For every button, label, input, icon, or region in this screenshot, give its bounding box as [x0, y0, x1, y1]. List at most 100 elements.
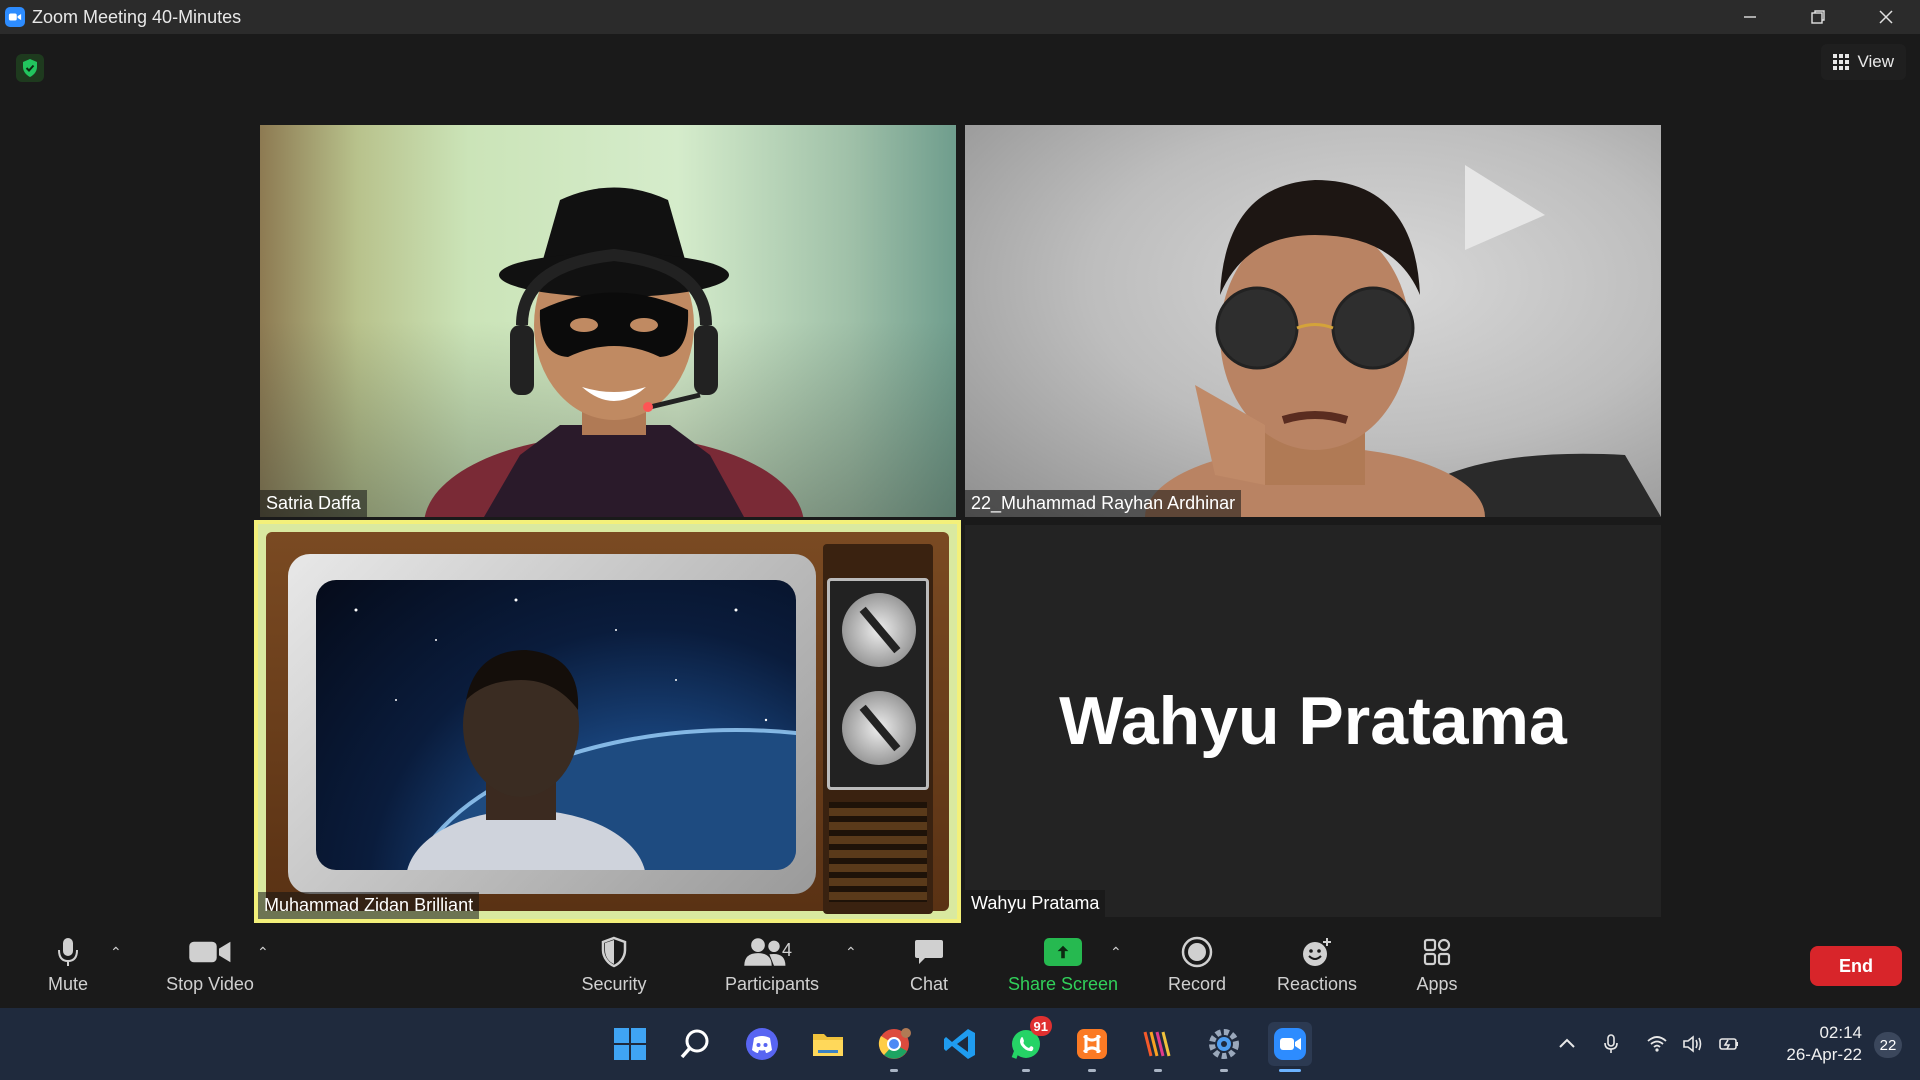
close-icon — [1879, 10, 1893, 24]
window-title: Zoom Meeting 40-Minutes — [32, 6, 242, 27]
folder-icon — [813, 1034, 843, 1056]
participant-video-image — [316, 580, 796, 870]
minimize-icon — [1744, 16, 1756, 18]
search-icon — [680, 1029, 709, 1059]
audio-options-chevron-up-icon[interactable]: ⌃ — [110, 944, 126, 960]
grid-view-icon — [1833, 54, 1850, 70]
whatsapp-unread-badge: 91 — [1029, 1016, 1052, 1036]
file-explorer-taskbar-button[interactable] — [806, 1022, 850, 1066]
tv-filter-frame — [266, 532, 949, 914]
volume-tray-button[interactable] — [1682, 1008, 1704, 1080]
participants-icon — [744, 938, 786, 966]
show-hidden-icons-button[interactable] — [1556, 1008, 1578, 1080]
restore-button[interactable] — [1784, 0, 1852, 34]
end-meeting-button[interactable]: End — [1810, 946, 1902, 986]
reactions-button[interactable]: Reactions — [1272, 934, 1362, 1004]
window-controls — [1716, 0, 1920, 34]
zoom-app-icon — [5, 7, 25, 27]
search-button[interactable] — [674, 1022, 718, 1066]
security-label: Security — [581, 974, 647, 994]
tv-control-panel — [823, 544, 933, 914]
encryption-shield-icon[interactable] — [16, 54, 44, 82]
wifi-tray-button[interactable] — [1646, 1008, 1668, 1080]
view-button[interactable]: View — [1821, 44, 1906, 80]
stop-video-button[interactable]: Stop Video — [160, 934, 260, 1004]
gear-icon — [1209, 1029, 1239, 1059]
restore-icon — [1811, 10, 1825, 24]
record-icon — [1181, 936, 1213, 968]
apps-button[interactable]: Apps — [1410, 934, 1464, 1004]
participants-label: Participants — [724, 974, 820, 994]
participants-count: 4 — [782, 940, 793, 960]
video-tile-wahyu-pratama[interactable]: Wahyu Pratama Wahyu Pratama — [965, 525, 1661, 917]
share-screen-button[interactable]: Share Screen — [1008, 934, 1118, 1004]
start-button[interactable] — [608, 1022, 652, 1066]
security-button[interactable]: Security — [572, 934, 656, 1004]
microphone-tray-button[interactable] — [1600, 1008, 1622, 1080]
microphone-icon — [58, 938, 78, 966]
reactions-smiley-icon — [1303, 938, 1331, 966]
record-label: Record — [1167, 974, 1227, 994]
discord-taskbar-button[interactable] — [740, 1022, 784, 1066]
participant-display-name: Wahyu Pratama — [1059, 683, 1567, 759]
participants-button[interactable]: 4 Participants — [720, 934, 824, 1004]
participant-name-label: 22_Muhammad Rayhan Ardhinar — [965, 490, 1242, 517]
whatsapp-taskbar-button[interactable]: 91 — [1004, 1016, 1052, 1072]
windows-logo-icon — [614, 1028, 646, 1060]
chat-button[interactable]: Chat — [902, 934, 956, 1004]
meeting-area: View Satria Daffa 22_Muhammad Rayhan Ard… — [0, 34, 1920, 926]
video-tile-muhammad-rayhan[interactable]: 22_Muhammad Rayhan Ardhinar — [965, 125, 1661, 517]
participant-name-label: Muhammad Zidan Brilliant — [258, 892, 480, 919]
chat-bubble-icon — [915, 940, 943, 964]
video-camera-icon — [189, 941, 231, 963]
settings-taskbar-button[interactable] — [1202, 1022, 1246, 1072]
window-titlebar: Zoom Meeting 40-Minutes — [0, 0, 1920, 34]
wifi-icon — [1647, 1036, 1667, 1052]
dial-knob — [842, 593, 916, 667]
share-screen-arrow-up-icon — [1044, 938, 1082, 966]
close-button[interactable] — [1852, 0, 1920, 34]
view-label: View — [1857, 52, 1894, 71]
chrome-taskbar-button[interactable] — [872, 1022, 916, 1072]
windows-taskbar: 91 02:14 26-Apr-22 22 — [0, 1008, 1920, 1080]
speaker-grille — [829, 802, 927, 902]
participant-video-image — [424, 187, 804, 517]
discord-icon — [746, 1028, 778, 1060]
xampp-taskbar-button[interactable] — [1070, 1022, 1114, 1072]
speaker-volume-icon — [1683, 1035, 1702, 1053]
clock-time: 02:14 — [1819, 1023, 1862, 1042]
participant-name-label: Wahyu Pratama — [965, 890, 1106, 917]
battery-tray-button[interactable] — [1718, 1008, 1740, 1080]
chevron-up-icon — [1559, 1038, 1575, 1048]
vscode-taskbar-button[interactable] — [938, 1022, 982, 1066]
clock-date: 26-Apr-22 — [1786, 1045, 1862, 1064]
video-tile-muhammad-zidan[interactable]: Muhammad Zidan Brilliant — [254, 520, 961, 923]
apps-label: Apps — [1416, 974, 1458, 994]
microphone-icon — [1604, 1034, 1618, 1053]
winamp-taskbar-button[interactable] — [1136, 1022, 1180, 1072]
zoom-icon — [1274, 1028, 1306, 1060]
video-options-chevron-up-icon[interactable]: ⌃ — [257, 944, 273, 960]
share-options-chevron-up-icon[interactable]: ⌃ — [1110, 944, 1126, 960]
record-button[interactable]: Record — [1162, 934, 1232, 1004]
dial-knob — [842, 691, 916, 765]
vscode-icon — [944, 1029, 975, 1059]
participant-name-label: Satria Daffa — [260, 490, 367, 517]
mute-label: Mute — [47, 974, 89, 994]
reactions-label: Reactions — [1276, 974, 1358, 994]
video-tile-satria-daffa[interactable]: Satria Daffa — [260, 125, 956, 517]
apps-icon — [1423, 938, 1451, 966]
participant-video-image — [1145, 165, 1661, 517]
battery-charging-icon — [1719, 1038, 1738, 1050]
mute-button[interactable]: Mute — [40, 934, 96, 1004]
stop-video-label: Stop Video — [166, 974, 254, 994]
notification-count-badge[interactable]: 22 — [1874, 1032, 1902, 1058]
xampp-icon — [1077, 1029, 1107, 1059]
zoom-taskbar-button[interactable] — [1268, 1022, 1312, 1072]
taskbar-clock[interactable]: 02:14 26-Apr-22 — [1762, 1022, 1862, 1066]
chat-label: Chat — [909, 974, 949, 994]
chrome-icon — [878, 1028, 911, 1059]
minimize-button[interactable] — [1716, 0, 1784, 34]
share-screen-label: Share Screen — [1007, 974, 1119, 994]
participants-options-chevron-up-icon[interactable]: ⌃ — [845, 944, 861, 960]
